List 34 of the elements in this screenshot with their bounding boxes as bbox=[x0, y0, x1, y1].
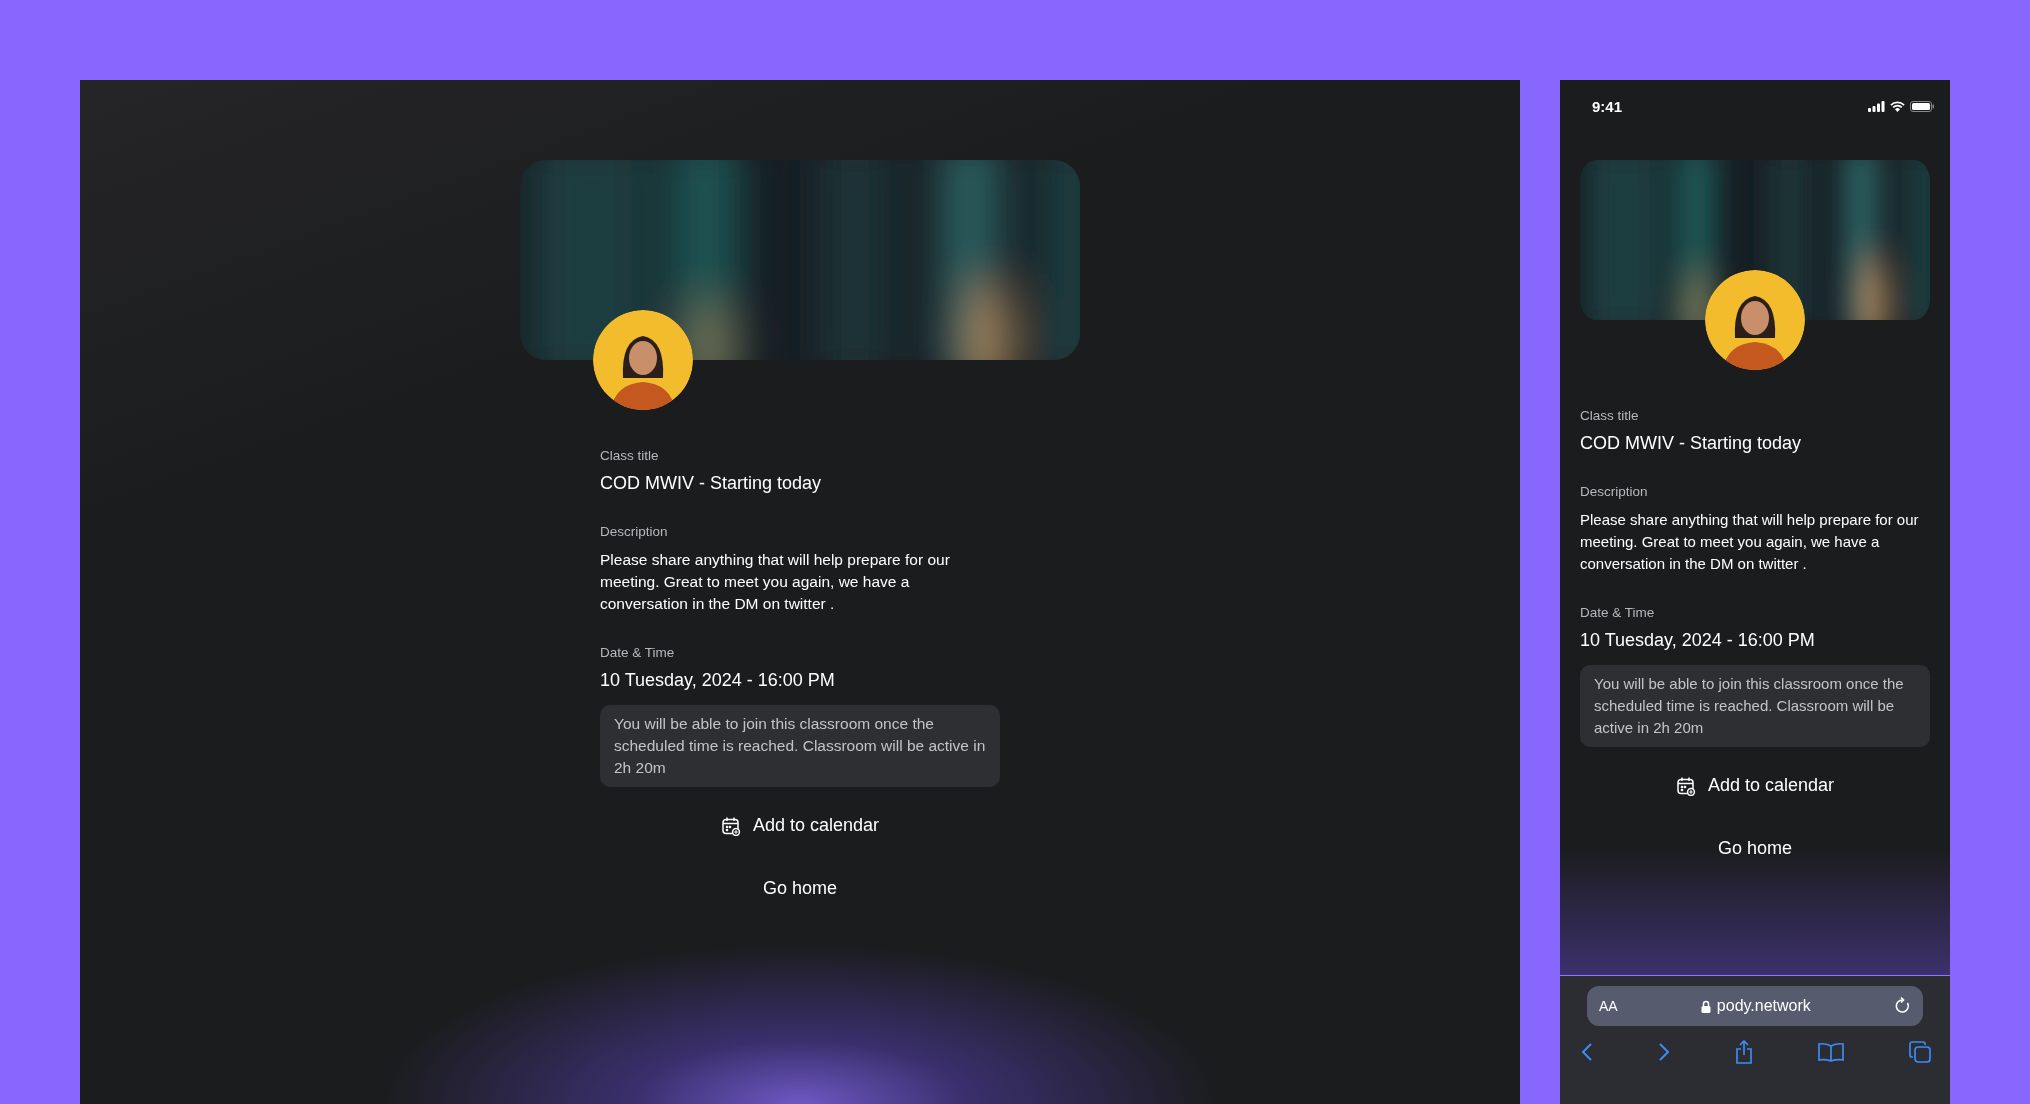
battery-icon bbox=[1910, 100, 1934, 112]
field-label: Description bbox=[1580, 484, 1649, 499]
share-icon[interactable] bbox=[1735, 1040, 1753, 1064]
field-value: 10 Tuesday, 2024 - 16:00 PM bbox=[600, 670, 836, 691]
status-time: 9:41 bbox=[1592, 97, 1623, 115]
field-value: 10 Tuesday, 2024 - 16:00 PM bbox=[1580, 630, 1816, 651]
back-icon[interactable] bbox=[1581, 1042, 1593, 1062]
field-label: Date & Time bbox=[600, 645, 676, 660]
calendar-icon bbox=[1675, 775, 1696, 796]
bookmarks-icon[interactable] bbox=[1818, 1042, 1844, 1062]
url-text: pody.network bbox=[1716, 997, 1811, 1015]
field-label: Class title bbox=[600, 448, 660, 463]
wifi-icon bbox=[1890, 100, 1905, 112]
add-to-calendar-button[interactable]: Add to calendar bbox=[714, 809, 886, 842]
field-value: Please share anything that will help prepare for our meeting. Great to meet you again, we have a conversation in the DM on twitter . bbox=[600, 550, 951, 614]
info-notice: You will be able to join this classroom once the scheduled time is reached. Classroom will be active in 2h 20m bbox=[600, 705, 1000, 787]
tabs-icon[interactable] bbox=[1909, 1041, 1931, 1063]
reload-icon[interactable] bbox=[1894, 997, 1911, 1015]
go-home-button[interactable]: Go home bbox=[756, 872, 843, 905]
text-size-button[interactable]: AA bbox=[1599, 998, 1618, 1014]
field-value: COD MWIV - Starting today bbox=[600, 473, 823, 494]
calendar-icon bbox=[720, 815, 741, 836]
field-label: Date & Time bbox=[1580, 605, 1656, 620]
add-to-calendar-button[interactable]: Add to calendar bbox=[1669, 769, 1841, 802]
forward-icon[interactable] bbox=[1658, 1042, 1670, 1062]
field-label: Class title bbox=[1580, 408, 1640, 423]
go-home-button[interactable]: Go home bbox=[1711, 832, 1798, 865]
address-bar[interactable]: AA pody.network bbox=[1587, 986, 1923, 1026]
lock-icon bbox=[1700, 999, 1711, 1013]
field-value: Please share anything that will help prepare for our meeting. Great to meet you again, we have a conversation in the DM on twitter . bbox=[1580, 510, 1920, 574]
field-label: Description bbox=[600, 524, 669, 539]
field-value: COD MWIV - Starting today bbox=[1580, 433, 1803, 454]
signal-icon bbox=[1868, 100, 1885, 112]
info-notice: You will be able to join this classroom once the scheduled time is reached. Classroom will be active in 2h 20m bbox=[1580, 665, 1930, 747]
